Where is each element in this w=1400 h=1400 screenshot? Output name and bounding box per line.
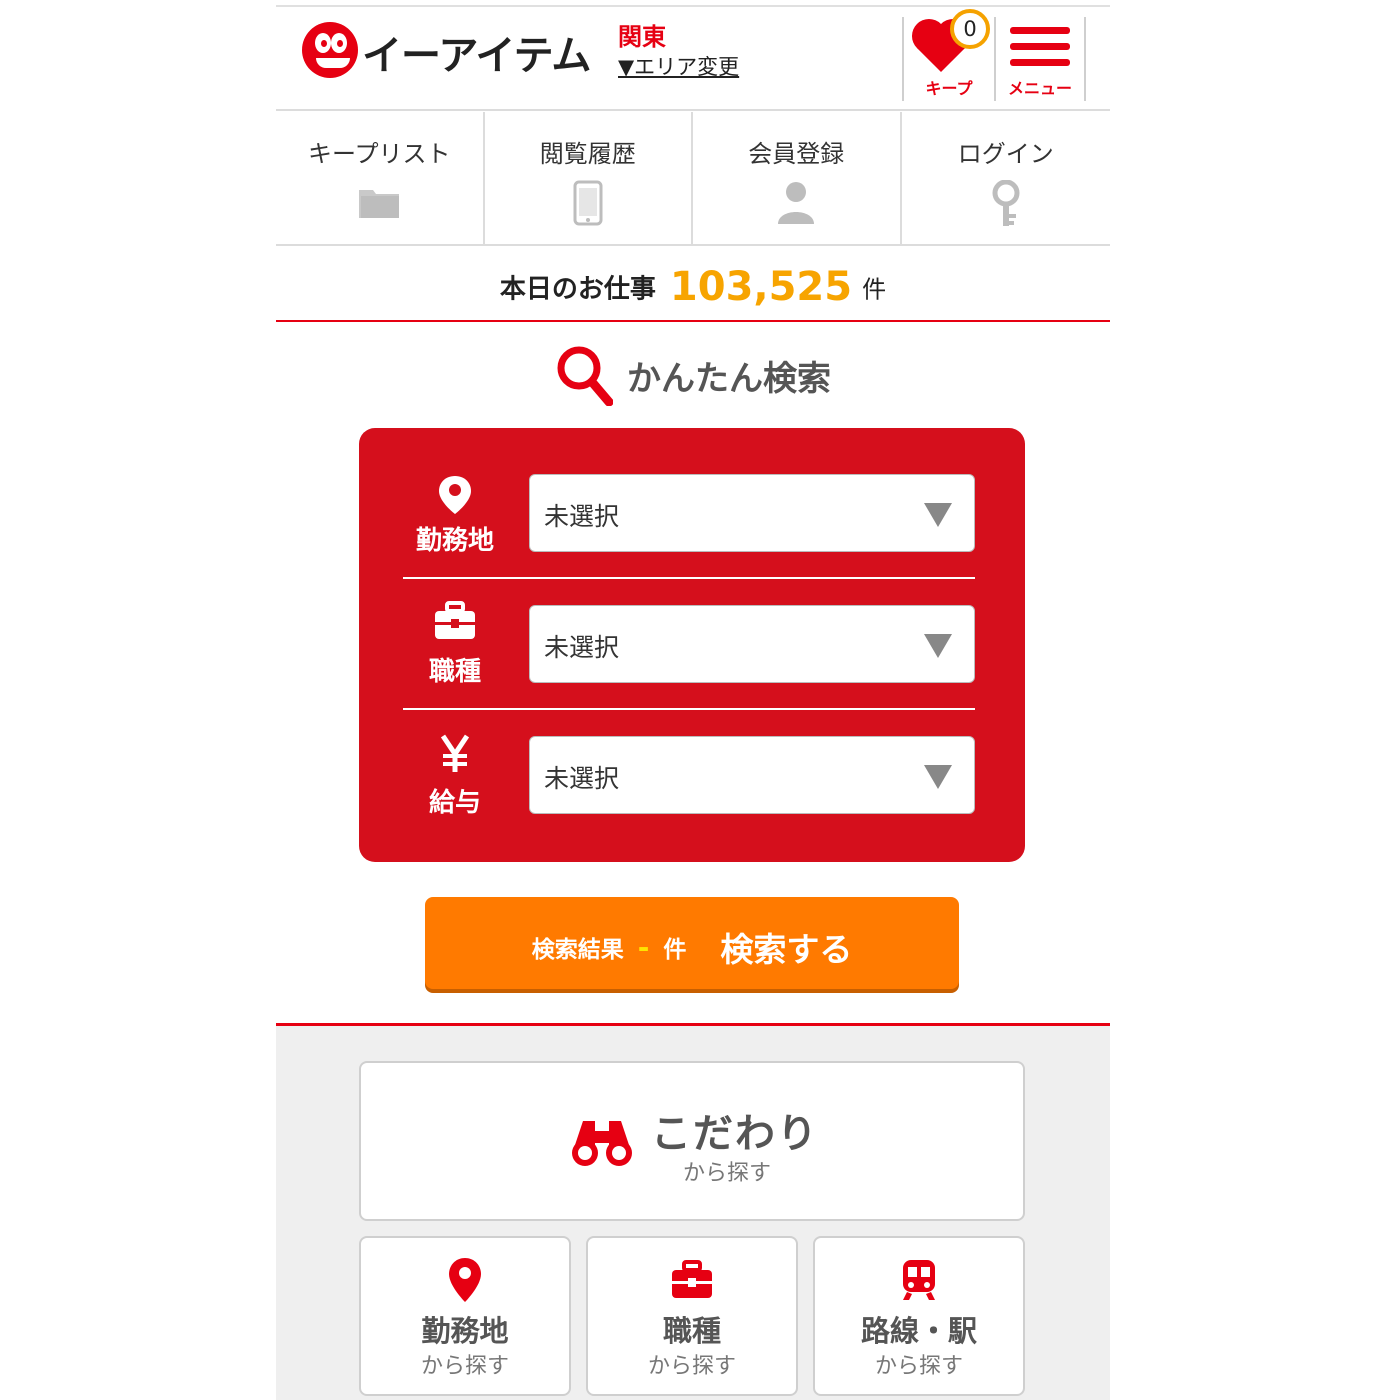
person-icon <box>778 182 815 224</box>
search-icon <box>557 346 613 406</box>
key-icon <box>992 180 1020 226</box>
dropdown-arrow-icon <box>924 503 952 527</box>
quick-search-title: かんたん検索 <box>627 358 831 399</box>
browse-section: こだわり から探す 勤務地 から探す 職種 から探す 路線・駅 から探す <box>276 1023 1110 1400</box>
tile-title: 路線・駅 <box>860 1314 977 1348</box>
nav-login[interactable]: ログイン <box>902 112 1111 244</box>
quick-nav: キープリスト 閲覧履歴 会員登録 ログイン <box>276 112 1110 246</box>
today-unit: 件 <box>862 275 887 304</box>
nav-keep-list[interactable]: キープリスト <box>276 112 485 244</box>
nav-register[interactable]: 会員登録 <box>693 112 902 244</box>
briefcase-icon <box>435 601 475 639</box>
header-divider <box>902 17 904 101</box>
search-row-jobtype: 職種 未選択 <box>403 579 975 710</box>
today-count: 103,525 <box>669 264 853 310</box>
tile-title: 勤務地 <box>421 1314 509 1348</box>
keep-count-badge: 0 <box>950 9 990 49</box>
search-row-location: 勤務地 未選択 <box>403 448 975 579</box>
menu-label: メニュー <box>1007 79 1072 98</box>
keep-button[interactable]: 0 キープ <box>906 9 992 101</box>
tile-title: 職種 <box>662 1314 721 1348</box>
keep-label: キープ <box>925 79 973 98</box>
folder-icon <box>359 190 400 218</box>
area-name: 関東 <box>618 23 666 51</box>
today-label: 本日のお仕事 <box>499 274 656 305</box>
tile-subtitle: から探す <box>420 1354 509 1379</box>
app-screen: イーアイテム 関東 ▼エリア変更 0 キープ メニュー キープリスト 閲覧履歴 … <box>276 0 1110 1400</box>
salary-select[interactable]: 未選択 <box>529 736 975 814</box>
kodawari-search-button[interactable]: こだわり から探す <box>359 1061 1025 1221</box>
header-divider <box>994 17 996 101</box>
nav-label: 閲覧履歴 <box>539 140 636 168</box>
map-pin-icon <box>449 1258 481 1302</box>
tile-subtitle: から探す <box>647 1354 736 1379</box>
logo-text[interactable]: イーアイテム <box>362 23 591 81</box>
tile-subtitle: から探す <box>874 1354 963 1379</box>
nav-history[interactable]: 閲覧履歴 <box>485 112 693 244</box>
location-label: 勤務地 <box>415 526 494 556</box>
quick-search-panel: 勤務地 未選択 職種 未選択 給与 未選択 <box>359 428 1025 862</box>
map-pin-icon <box>439 476 471 514</box>
nav-label: 会員登録 <box>748 140 845 168</box>
train-icon <box>903 1260 935 1300</box>
header-divider <box>1084 17 1086 101</box>
search-action-label: 検索する <box>720 930 853 969</box>
binoculars-icon <box>572 1121 632 1166</box>
dropdown-arrow-icon <box>924 765 952 789</box>
browse-by-station[interactable]: 路線・駅 から探す <box>813 1236 1025 1396</box>
kodawari-subtitle: から探す <box>683 1161 772 1186</box>
nav-label: キープリスト <box>307 140 451 168</box>
select-value: 未選択 <box>544 633 620 662</box>
logo-mascot-icon[interactable] <box>302 22 358 78</box>
briefcase-icon <box>672 1260 712 1298</box>
search-row-salary: 給与 未選択 <box>403 710 975 841</box>
browse-by-jobtype[interactable]: 職種 から探す <box>586 1236 798 1396</box>
result-count: - <box>637 930 650 964</box>
smartphone-icon <box>573 180 603 226</box>
browse-by-location[interactable]: 勤務地 から探す <box>359 1236 571 1396</box>
result-label: 検索結果 <box>531 937 624 963</box>
nav-label: ログイン <box>957 140 1054 168</box>
kodawari-title: こだわり <box>651 1111 819 1157</box>
dropdown-arrow-icon <box>924 634 952 658</box>
site-header: イーアイテム 関東 ▼エリア変更 0 キープ メニュー <box>276 7 1110 111</box>
area-change-link[interactable]: ▼エリア変更 <box>618 51 739 81</box>
jobtype-label: 職種 <box>428 657 481 687</box>
select-value: 未選択 <box>544 764 620 793</box>
today-jobs-count: 本日のお仕事 103,525 件 <box>276 248 1110 322</box>
search-button[interactable]: 検索結果 - 件 検索する <box>425 897 959 989</box>
menu-button[interactable]: メニュー <box>998 13 1082 101</box>
select-value: 未選択 <box>544 502 620 531</box>
jobtype-select[interactable]: 未選択 <box>529 605 975 683</box>
salary-label: 給与 <box>428 788 481 818</box>
result-unit: 件 <box>663 937 687 963</box>
yen-icon <box>440 734 470 772</box>
quick-search-heading: かんたん検索 <box>276 344 1110 406</box>
location-select[interactable]: 未選択 <box>529 474 975 552</box>
